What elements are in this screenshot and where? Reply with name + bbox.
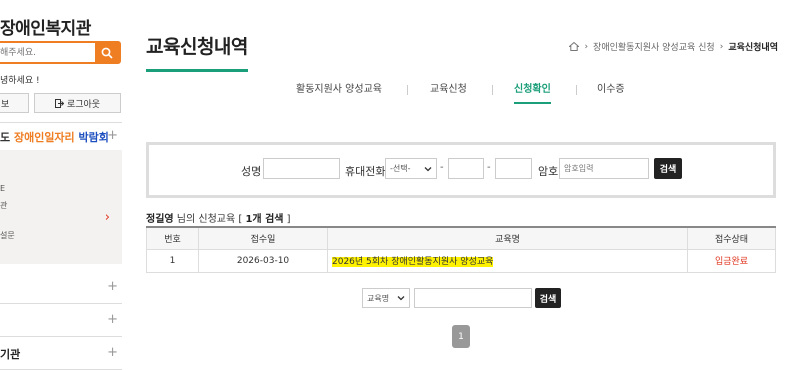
column-header: 접수일 [198,226,328,250]
sidebar: 장애인복지관 녕하세요 ! 보 로그아웃 도 장애인일자리 [0,0,122,370]
password-label: 암호 [538,165,559,178]
phone-label: 휴대전화 [345,165,386,178]
table-row[interactable]: 1 2026-03-10 2026년 5회차 장애인활동지원사 양성교육 입금완… [146,248,776,273]
course-link[interactable]: 2026년 5회차 장애인활동지원사 양성교육 [332,257,494,267]
chevron-right-icon: › [584,41,589,52]
application-table: 번호 접수일 교육명 접수상태 1 2026-03-10 2026년 5회차 장… [146,226,776,273]
name-label: 성명 [241,165,262,178]
search-button[interactable]: 검색 [654,158,682,179]
page-title: 교육신청내역 [146,36,248,58]
home-icon[interactable] [569,42,580,51]
status-badge: 입금완료 [687,248,776,273]
phone-middle-input[interactable] [448,158,484,179]
site-title[interactable]: 장애인복지관 [0,14,91,39]
column-header: 교육명 [327,226,688,250]
chevron-right-icon: › [719,41,724,52]
table-header-row: 번호 접수일 교육명 접수상태 [146,226,776,250]
submenu-item[interactable]: 설문 [0,230,15,241]
column-header: 번호 [146,226,199,250]
chevron-down-icon [397,296,405,301]
sidebar-item[interactable]: + [0,272,122,304]
result-text: 님의 신청교육 [ [173,214,246,225]
user-name: 정길영 [146,214,174,225]
plus-icon[interactable]: + [107,128,118,143]
page: 장애인복지관 녕하세요 ! 보 로그아웃 도 장애인일자리 [0,0,800,370]
tab-separator [492,85,493,95]
sidebar-search-button[interactable] [95,43,119,62]
plus-icon: + [107,345,118,360]
tab-apply[interactable]: 교육신청 [430,80,467,104]
tab-activity-support[interactable]: 활동지원사 양성교육 [296,80,382,104]
keyword-search-button[interactable]: 검색 [535,288,561,308]
cell-no: 1 [146,248,199,273]
phone-select-value: -선택- [390,164,411,173]
sidebar-item-job-fair[interactable]: 도 장애인일자리 박람회 [0,129,109,145]
plus-icon: + [107,279,118,294]
tab-bar: 활동지원사 양성교육 교육신청 신청확인 이수증 [296,80,776,106]
result-count: 1개 검색 [245,214,284,225]
sidebar-item-label: 기관 [0,348,21,361]
keyword-input[interactable] [414,288,532,308]
tab-separator [407,85,408,95]
search-field-select[interactable]: 교육명 [362,288,410,308]
result-summary: 정길영 님의 신청교육 [ 1개 검색 ] [146,210,291,225]
column-header: 접수상태 [687,226,776,250]
search-field-value: 교육명 [367,293,390,303]
main-content: 교육신청내역 › 장애인활동지원사 양성교육 신청 › 교육신청내역 활동지원사… [146,0,782,370]
breadcrumb-current: 교육신청내역 [728,43,778,53]
title-underline [146,69,248,72]
menu-first-prefix: 도 [0,131,14,144]
logout-button[interactable]: 로그아웃 [34,93,121,113]
breadcrumb-item[interactable]: 장애인활동지원사 양성교육 신청 [593,40,715,53]
greeting-text: 녕하세요 ! [0,76,40,86]
tab-separator [576,85,577,95]
logout-icon [54,98,64,108]
sidebar-item-agency[interactable]: 기관 + [0,338,122,370]
page-number[interactable]: 1 [452,325,470,348]
dash: - [487,162,491,173]
plus-icon: + [107,312,118,327]
sidebar-search [0,41,121,64]
submenu-item[interactable]: 관 [0,200,7,211]
logout-label: 로그아웃 [66,99,101,110]
breadcrumb: › 장애인활동지원사 양성교육 신청 › 교육신청내역 [569,40,778,53]
result-text-end: ] [283,214,291,225]
search-icon [101,47,113,59]
chevron-down-icon [424,166,432,171]
dash: - [440,162,444,173]
tab-confirm[interactable]: 신청확인 [514,80,551,104]
sidebar-submenu: E 관 설문 › [0,150,122,264]
menu-first-blue: 박람회 [78,131,109,144]
cell-date: 2026-03-10 [198,248,328,273]
chevron-right-icon[interactable]: › [105,210,110,225]
menu-first-orange: 장애인일자리 [13,131,75,144]
search-panel: 성명 휴대전화 -선택- - - 암호 검색 [146,142,776,198]
name-input[interactable] [263,158,340,179]
cell-course[interactable]: 2026년 5회차 장애인활동지원사 양성교육 [327,248,688,273]
divider [0,122,122,123]
password-input[interactable] [559,158,649,179]
submenu-item[interactable]: E [0,184,5,193]
tab-certificate[interactable]: 이수증 [597,80,625,104]
phone-prefix-select[interactable]: -선택- [385,158,437,179]
my-info-label: 보 [1,99,10,110]
sidebar-item[interactable]: + [0,305,122,337]
sidebar-search-input[interactable] [0,43,96,62]
phone-last-input[interactable] [495,158,532,179]
my-info-button[interactable]: 보 [0,93,29,113]
